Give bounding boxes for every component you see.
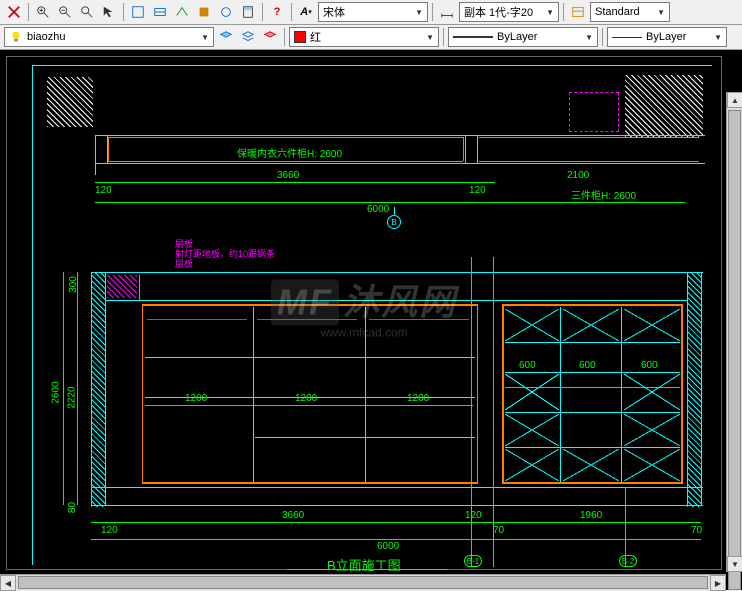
layer-dropdown[interactable]: biaozhu ▼ (4, 27, 214, 47)
marker-b2: B-2 (619, 555, 637, 567)
layer-tool-a-icon[interactable] (216, 27, 236, 47)
lineweight-dropdown-text: ByLayer (497, 31, 537, 43)
hdim-600c: 600 (641, 360, 658, 371)
tool-a-icon[interactable] (128, 2, 148, 22)
hdim-1200c: 1200 (407, 393, 429, 404)
toolbar-row-2: biaozhu ▼ 红 ▼ ByLayer ▼ ByLayer ▼ (0, 25, 742, 50)
note-3: 层板 (175, 257, 193, 270)
bdim-6000: 6000 (377, 541, 399, 552)
text-style-icon[interactable]: A▾ (296, 2, 316, 22)
vdim-80: 80 (67, 502, 78, 513)
dimstyle-dropdown[interactable]: 副本 1代-字20 ▼ (459, 2, 559, 22)
textstyle-dropdown-text: Standard (595, 6, 640, 18)
drawing-canvas[interactable]: 保暖内衣六件柜H: 2600 三件柜H: 2600 120 3660 120 2… (6, 56, 722, 570)
lightbulb-icon (9, 30, 23, 44)
bdim-120a: 120 (101, 525, 118, 536)
wall-hatch-left (47, 77, 93, 127)
dim-style-icon[interactable] (437, 2, 457, 22)
scroll-left-icon[interactable]: ◀ (0, 575, 16, 591)
wall-hatch-right (625, 75, 703, 137)
hdim-600b: 600 (579, 360, 596, 371)
tool-d-icon[interactable] (194, 2, 214, 22)
toolbar-row-1: ? A▾ 宋体 ▼ 副本 1代-字20 ▼ Standard ▼ (0, 0, 742, 25)
zoom-in-icon[interactable] (33, 2, 53, 22)
toolbar-close-icon[interactable] (4, 2, 24, 22)
elev-wall-right (687, 272, 701, 507)
textstyle-dropdown[interactable]: Standard ▼ (590, 2, 670, 22)
zoom-window-icon[interactable] (77, 2, 97, 22)
layer-tool-b-icon[interactable] (238, 27, 258, 47)
vdim-2600: 2600 (51, 381, 62, 403)
vertical-scrollbar[interactable]: ▲ ▼ (726, 92, 742, 572)
color-dropdown[interactable]: 红 ▼ (289, 27, 439, 47)
color-dropdown-text: 红 (310, 29, 321, 45)
plan-dim-2100: 2100 (567, 170, 589, 181)
plan-label-1: 保暖内衣六件柜H: 2600 (237, 145, 342, 160)
bdim-70a: 70 (493, 525, 504, 536)
drawing-canvas-wrap: 保暖内衣六件柜H: 2600 三件柜H: 2600 120 3660 120 2… (0, 50, 742, 590)
bdim-1960: 1960 (580, 510, 602, 521)
help-icon[interactable]: ? (267, 2, 287, 22)
chevron-down-icon: ▼ (415, 8, 423, 17)
cursor-icon[interactable] (99, 2, 119, 22)
zoom-out-icon[interactable] (55, 2, 75, 22)
linetype-dropdown[interactable]: ByLayer ▼ (607, 27, 727, 47)
chevron-down-icon: ▼ (546, 8, 554, 17)
hdim-600a: 600 (519, 360, 536, 371)
watermark: MF沐风网 www.mfcad.com (271, 273, 457, 339)
font-dropdown[interactable]: 宋体 ▼ (318, 2, 428, 22)
section-marker-b: B (387, 215, 401, 229)
linetype-dropdown-text: ByLayer (646, 31, 686, 43)
marker-b1: B-1 (464, 555, 482, 567)
tool-c-icon[interactable] (172, 2, 192, 22)
vdim-2220: 2220 (67, 386, 78, 408)
plan-dim-3660: 3660 (277, 170, 299, 181)
chevron-down-icon: ▼ (657, 8, 665, 17)
horizontal-scrollbar[interactable]: ◀ ▶ (0, 574, 726, 590)
elev-wall-left (91, 272, 105, 507)
chevron-down-icon: ▼ (714, 33, 722, 42)
scroll-down-icon[interactable]: ▼ (727, 556, 742, 572)
plan-dim-6000: 6000 (367, 204, 389, 215)
scroll-up-icon[interactable]: ▲ (727, 92, 742, 108)
scroll-right-icon[interactable]: ▶ (710, 575, 726, 591)
layer-dropdown-text: biaozhu (27, 31, 66, 43)
dimstyle-dropdown-text: 副本 1代-字20 (464, 4, 533, 20)
table-style-icon[interactable] (568, 2, 588, 22)
hdim-1200a: 1200 (185, 393, 207, 404)
color-swatch (294, 31, 306, 43)
vdim-300: 300 (68, 276, 79, 293)
plan-dim-120a: 120 (95, 185, 112, 196)
lineweight-dropdown[interactable]: ByLayer ▼ (448, 27, 598, 47)
layer-tool-c-icon[interactable] (260, 27, 280, 47)
linetype-preview (612, 37, 642, 38)
tool-b-icon[interactable] (150, 2, 170, 22)
bdim-3660: 3660 (282, 510, 304, 521)
plan-label-2: 三件柜H: 2600 (571, 187, 636, 202)
hdim-1200b: 1200 (295, 393, 317, 404)
chevron-down-icon: ▼ (426, 33, 434, 42)
chevron-down-icon: ▼ (585, 33, 593, 42)
lineweight-preview (453, 36, 493, 38)
tool-e-icon[interactable] (216, 2, 236, 22)
bdim-70b: 70 (691, 525, 702, 536)
calc-icon[interactable] (238, 2, 258, 22)
elevation-title: B立面施工图 (327, 555, 401, 574)
font-dropdown-text: 宋体 (323, 4, 345, 20)
plan-dim-120b: 120 (469, 185, 486, 196)
chevron-down-icon: ▼ (201, 33, 209, 42)
bdim-120b: 120 (465, 510, 482, 521)
